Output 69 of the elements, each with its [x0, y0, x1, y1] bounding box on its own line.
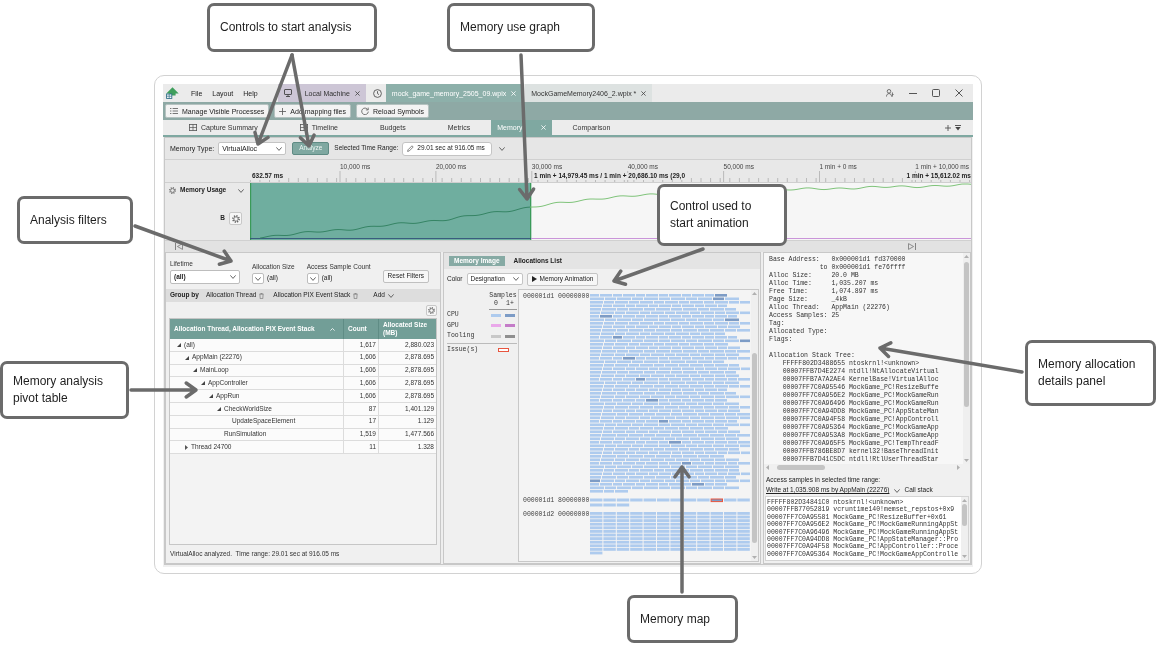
chevron-down-icon [230, 275, 236, 279]
app-logo-icon [166, 87, 179, 99]
expanded-triangle-icon[interactable] [185, 355, 189, 360]
vertical-scrollbar[interactable] [963, 253, 970, 464]
scroll-down-icon[interactable] [964, 459, 969, 462]
close-icon[interactable] [641, 90, 647, 96]
callout-box: Memory use graph [447, 3, 595, 52]
table-settings-button[interactable] [426, 304, 437, 316]
plus-icon[interactable] [945, 124, 951, 131]
gear-icon [231, 214, 240, 223]
close-icon[interactable] [955, 89, 963, 97]
list-icon [170, 108, 178, 114]
scrollbar-thumb[interactable] [962, 504, 967, 526]
scrollbar-thumb[interactable] [752, 353, 757, 543]
filter-dropdown-button[interactable] [252, 273, 264, 284]
scroll-right-icon[interactable] [957, 465, 960, 470]
chevron-down-icon [512, 277, 519, 281]
grid-icon [299, 124, 308, 131]
scroll-up-icon[interactable] [964, 255, 969, 258]
close-icon[interactable] [354, 90, 360, 96]
selected-range-highlight[interactable] [250, 183, 532, 241]
refresh-icon [361, 107, 369, 115]
expanded-triangle-icon[interactable] [201, 381, 205, 386]
chevron-down-icon[interactable] [238, 188, 244, 193]
scroll-down-icon[interactable] [752, 556, 757, 559]
grid-icon [189, 124, 197, 131]
plus-icon [279, 107, 287, 115]
vertical-scrollbar[interactable] [961, 497, 968, 560]
collapsed-triangle-icon[interactable] [185, 444, 188, 450]
monitor-icon [283, 89, 292, 97]
scroll-up-icon[interactable] [752, 292, 757, 295]
maximize-icon[interactable] [932, 89, 940, 97]
callout-box: Control used to start animation [657, 184, 787, 246]
expanded-triangle-icon[interactable] [217, 406, 221, 411]
chevron-down-icon[interactable] [894, 488, 901, 493]
scrollbar-thumb[interactable] [964, 262, 969, 407]
vertical-scrollbar[interactable] [751, 290, 758, 561]
expanded-triangle-icon[interactable] [193, 368, 197, 373]
collapse-right-icon[interactable] [908, 243, 916, 250]
graph-settings-button[interactable] [229, 212, 242, 225]
trash-icon[interactable] [353, 292, 359, 299]
chevron-down-icon [255, 276, 261, 281]
expanded-triangle-icon[interactable] [209, 394, 213, 399]
trash-icon[interactable] [259, 292, 265, 299]
clock-icon[interactable] [372, 88, 382, 98]
callout-box: Analysis filters [17, 196, 133, 244]
filter-dropdown-button[interactable] [306, 273, 319, 284]
play-icon [531, 276, 537, 282]
callout-box: Memory allocation details panel [1025, 340, 1156, 406]
minimize-icon[interactable] [909, 92, 917, 94]
scroll-down-icon[interactable] [962, 555, 967, 558]
gear-icon [428, 306, 435, 314]
chevron-down-icon [309, 276, 316, 281]
collapse-left-icon[interactable] [175, 243, 183, 250]
chevron-down-icon [276, 146, 283, 151]
callout-box: Controls to start analysis [207, 3, 377, 52]
gear-icon[interactable] [169, 187, 176, 194]
scroll-left-icon[interactable] [766, 465, 769, 470]
chevron-down-icon [387, 293, 394, 298]
tab-list-icon[interactable] [955, 124, 961, 131]
scrollbar-thumb[interactable] [777, 465, 825, 470]
expanded-triangle-icon[interactable] [177, 342, 181, 347]
chevron-down-icon[interactable] [499, 146, 506, 151]
scroll-up-icon[interactable] [962, 499, 967, 502]
callout-arrow [129, 381, 198, 399]
pencil-icon [407, 145, 415, 152]
callout-box: Memory analysis pivot table [0, 361, 129, 419]
callout-box: Memory map [627, 595, 738, 643]
person-icon[interactable] [886, 89, 894, 97]
